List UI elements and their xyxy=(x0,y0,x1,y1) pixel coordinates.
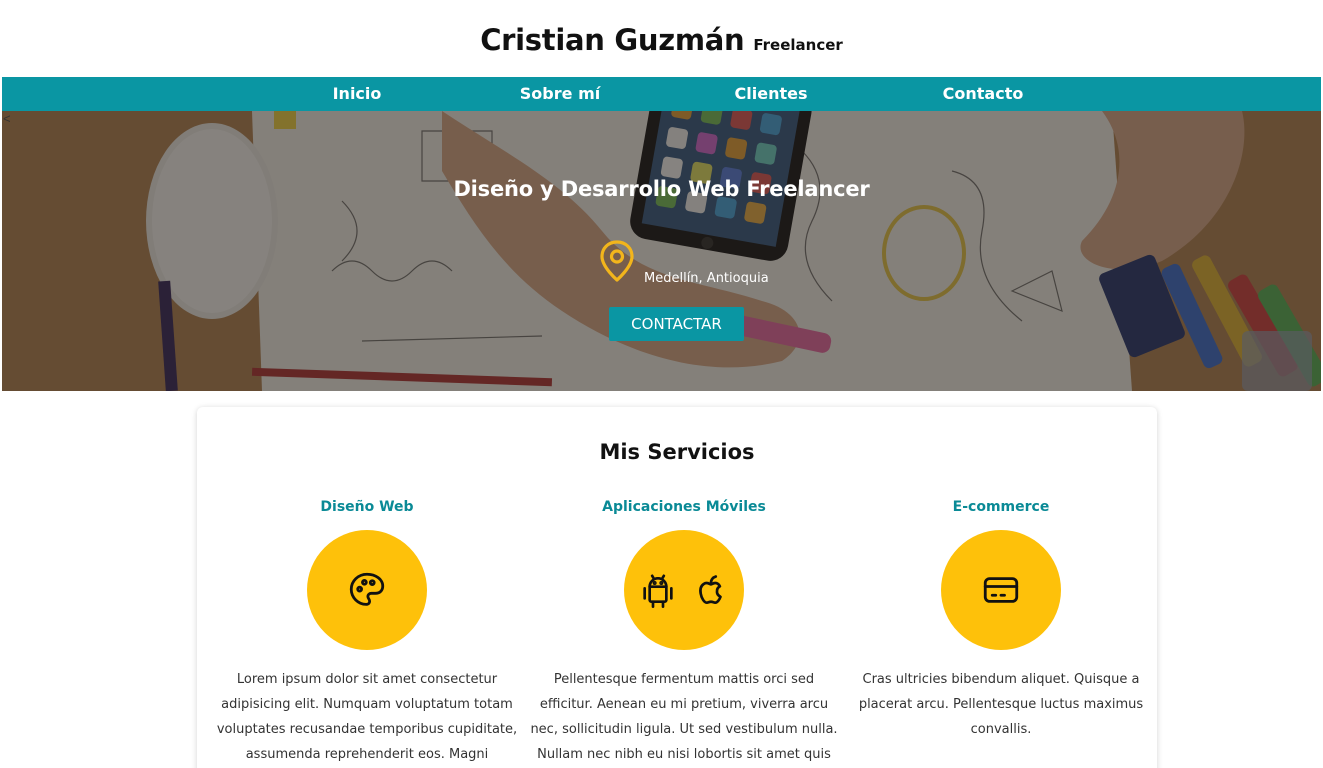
service-card-ecommerce: E-commerce Cras ultricies bibendum aliqu… xyxy=(842,497,1160,742)
credit-card-icon xyxy=(983,577,1019,603)
service-heading: E-commerce xyxy=(952,499,1050,515)
nav-item-contacto[interactable]: Contacto xyxy=(943,77,1024,111)
service-heading: Aplicaciones Móviles xyxy=(602,499,766,515)
contactar-button[interactable]: CONTACTAR xyxy=(609,307,744,341)
hero-banner: < Diseño y Desarrollo Web Freelancer Med… xyxy=(2,111,1321,391)
hero-title: Diseño y Desarrollo Web Freelancer xyxy=(453,177,870,201)
nav-item-clientes[interactable]: Clientes xyxy=(735,77,808,111)
nav-item-inicio[interactable]: Inicio xyxy=(333,77,382,111)
hero-location: Medellín, Antioquia xyxy=(644,271,769,286)
map-pin-icon xyxy=(600,240,634,282)
main-navbar: Inicio Sobre mí Clientes Contacto xyxy=(2,77,1321,111)
palette-icon xyxy=(349,572,385,606)
carousel-prev-arrow[interactable]: < xyxy=(3,111,11,126)
apple-icon xyxy=(699,575,722,605)
hero-overlay xyxy=(2,111,1321,391)
services-title: Mis Servicios xyxy=(599,440,755,464)
services-card: Mis Servicios Diseño Web Lorem ipsum dol… xyxy=(197,407,1157,768)
service-heading: Diseño Web xyxy=(320,499,414,515)
service-description: Pellentesque fermentum mattis orci sed e… xyxy=(530,672,838,762)
service-card-aplicaciones-moviles: Aplicaciones Móviles Pellentesque fermen… xyxy=(525,497,843,768)
service-icon-circle xyxy=(941,530,1061,650)
site-header: Cristian Guzmán Freelancer xyxy=(0,0,1323,77)
android-icon xyxy=(643,574,673,608)
service-icon-circle xyxy=(624,530,744,650)
site-subtitle: Freelancer xyxy=(753,35,843,54)
nav-item-sobre-mi[interactable]: Sobre mí xyxy=(520,77,600,111)
service-description: Cras ultricies bibendum aliquet. Quisque… xyxy=(858,672,1144,737)
site-title: Cristian Guzmán xyxy=(480,22,745,57)
service-description: Lorem ipsum dolor sit amet consectetur a… xyxy=(216,672,518,762)
service-card-diseno-web: Diseño Web Lorem ipsum dolor sit amet co… xyxy=(208,497,526,768)
service-icon-circle xyxy=(307,530,427,650)
